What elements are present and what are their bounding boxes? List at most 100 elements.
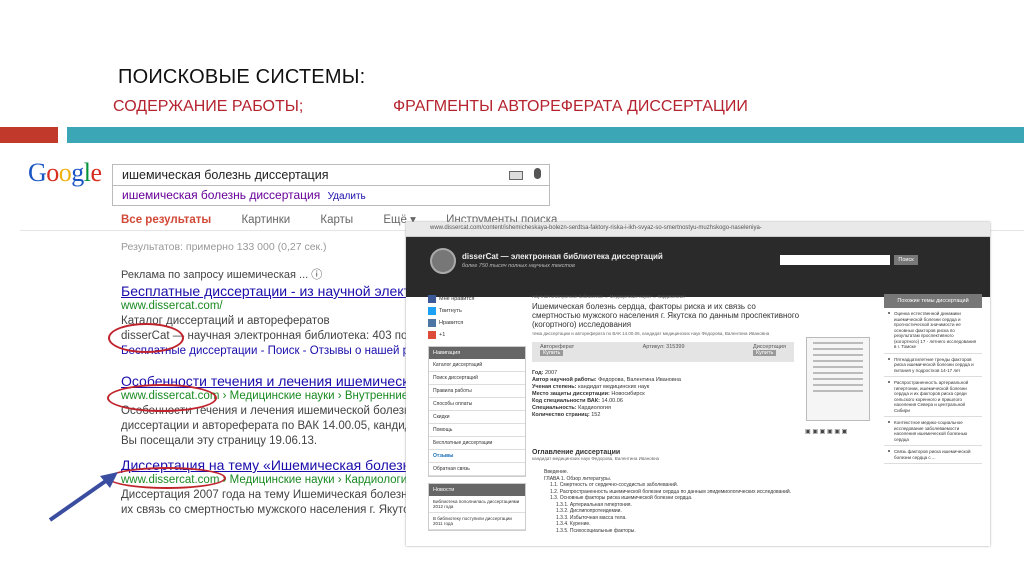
highlight-oval <box>108 467 226 489</box>
result-url[interactable]: www.dissercat.com/ <box>121 299 407 314</box>
main-column: Научная электронная библиотека → Медицин… <box>532 294 874 534</box>
news-item[interactable]: В библиотеку поступили диссертации 2011 … <box>429 513 525 530</box>
related-item[interactable]: Оценка естественной динамики ишемической… <box>884 308 982 354</box>
info-key: Специальность: <box>532 405 577 411</box>
related-item[interactable]: Контекстное медико-социальное исследован… <box>884 417 982 446</box>
news-box: Новости Библиотека пополнилась диссертац… <box>428 483 526 531</box>
nav-item-catalog[interactable]: Каталог диссертаций <box>429 359 525 372</box>
site-search-button[interactable]: Поиск <box>894 255 918 265</box>
breadcrumb[interactable]: Научная электронная библиотека → Медицин… <box>532 294 874 299</box>
nav-item-payment[interactable]: Способы оплаты <box>429 398 525 411</box>
address-bar[interactable]: www.dissercat.com/content/ishemicheskaya… <box>406 222 990 237</box>
news-header: Новости <box>429 484 525 496</box>
related-item[interactable]: Пятнадцатилетние тренды факторов риска и… <box>884 354 982 377</box>
social-row[interactable]: Твитнуть <box>428 306 526 316</box>
gplus-icon[interactable] <box>428 331 436 339</box>
search-suggestion[interactable]: ишемическая болезнь диссертация Удалить <box>112 186 550 206</box>
like-icon[interactable] <box>428 295 436 303</box>
nav-item-feedback[interactable]: Обратная связь <box>429 463 525 476</box>
tab-all[interactable]: Все результаты <box>121 214 211 226</box>
result-line: Диссертация 2007 года на тему Ишемическа… <box>121 489 407 501</box>
info-key: Ученая степень: <box>532 384 577 390</box>
highlight-oval <box>108 323 184 353</box>
toc-item: 1.3.5. Психосоциальные факторы. <box>556 527 636 534</box>
nav-item-search[interactable]: Поиск диссертаций <box>429 372 525 385</box>
tab-maps[interactable]: Карты <box>320 214 353 226</box>
info-value: кандидат медицинских наук <box>578 384 650 390</box>
nav-item-discounts[interactable]: Скидки <box>429 411 525 424</box>
buy-abstract-button[interactable]: Купить <box>540 350 564 356</box>
nav-item-help[interactable]: Помощь <box>429 424 525 437</box>
purchase-bar: Автореферат Купить Артикул: 315399 Диссер… <box>532 342 794 362</box>
suggestion-text: ишемическая болезнь диссертация <box>122 188 321 202</box>
search-query: ишемическая болезнь диссертация <box>122 168 329 182</box>
nav-header: Навигация <box>429 347 525 359</box>
tweet-label: Твитнуть <box>439 308 462 314</box>
tab-images[interactable]: Картинки <box>241 214 290 226</box>
article-number: Артикул: 315399 <box>642 344 685 350</box>
ad-label: Реклама по запросу ишемическая ... ⓘ <box>121 269 323 281</box>
doc-meta: тема диссертации и автореферата по ВАК 1… <box>532 331 770 336</box>
info-key: Количество cтраниц: <box>532 412 590 418</box>
site-search-input[interactable] <box>780 255 890 265</box>
info-key: Код специальности ВАК: <box>532 398 600 404</box>
info-value: Новосибирск <box>611 391 645 397</box>
info-value: Кардиология <box>578 405 611 411</box>
info-key: Автор научной работы: <box>532 377 597 383</box>
vk-icon[interactable] <box>428 319 436 327</box>
twitter-icon[interactable] <box>428 307 436 315</box>
info-value: 152 <box>591 412 601 418</box>
toc-list: Введение. ГЛАВА 1. Обзор литературы. 1.1… <box>532 469 874 534</box>
social-row[interactable]: +1 <box>428 330 526 340</box>
related-column: Похожие темы диссертаций Оценка естестве… <box>884 294 982 464</box>
buy-diss-button[interactable]: Купить <box>752 350 777 356</box>
toc-subtitle: кандидат медицинских наук Федорова, Вале… <box>532 456 660 461</box>
doc-title: Ишемическая болезнь сердца, факторы риск… <box>532 302 800 329</box>
results-stats: Результатов: примерно 133 000 (0,27 сек.… <box>121 241 327 253</box>
related-header: Похожие темы диссертаций <box>884 294 982 308</box>
slide-title: ПОИСКОВЫЕ СИСТЕМЫ: <box>118 66 366 88</box>
left-column: Мне нравится Твитнуть Нравится +1 Навига… <box>428 294 526 531</box>
nav-item-free[interactable]: Бесплатные диссертации <box>429 437 525 450</box>
related-item[interactable]: Связь факторов риска ишемической болезни… <box>884 446 982 464</box>
site-subtitle: более 750 тысяч полных научных текстов <box>462 263 575 269</box>
vk-label: Нравится <box>439 320 464 326</box>
google-logo: Google <box>28 158 102 187</box>
result-line: их связь со смертностью мужского населен… <box>121 504 407 516</box>
dissercat-screenshot: www.dissercat.com/content/ishemicheskaya… <box>406 222 990 546</box>
info-value: 2007 <box>545 370 558 376</box>
related-item[interactable]: Распространенность артериальной гипертон… <box>884 377 982 417</box>
info-key: Год: <box>532 370 544 376</box>
microphone-icon[interactable] <box>534 168 541 179</box>
highlight-oval <box>107 384 217 412</box>
nav-item-rules[interactable]: Правила работы <box>429 385 525 398</box>
search-input[interactable]: ишемическая болезнь диссертация <box>112 164 550 186</box>
toc-title: Оглавление диссертации <box>532 449 621 456</box>
share-icons[interactable]: ▣ ▣ ▣ ▣ ▣ ▣ <box>805 428 847 435</box>
doc-thumbnail[interactable] <box>806 337 870 421</box>
social-row[interactable]: Нравится <box>428 318 526 328</box>
info-key: Место защиты диссертации: <box>532 391 610 397</box>
arrow-icon <box>48 472 118 522</box>
social-row[interactable]: Мне нравится <box>428 294 526 304</box>
result-title[interactable]: Бесплатные диссертации - из научной элек… <box>121 284 407 299</box>
result-line: Вы посещали эту страницу 19.06.13. <box>121 435 318 447</box>
accent-bar-red <box>0 127 58 143</box>
accent-bar-teal <box>67 127 1024 143</box>
info-value: Федорова, Валентина Ивановна <box>598 377 681 383</box>
nav-box: Навигация Каталог диссертаций Поиск дисс… <box>428 346 526 477</box>
slide-subtitle-left: СОДЕРЖАНИЕ РАБОТЫ; <box>113 98 304 115</box>
site-name: disserCat — электронная библиотека диссе… <box>462 252 663 261</box>
suggestion-remove-link[interactable]: Удалить <box>328 191 366 202</box>
dissercat-logo <box>430 248 456 274</box>
nav-item-reviews[interactable]: Отзывы <box>429 450 525 463</box>
result-line: диссертации и автореферата по ВАК 14.00.… <box>121 420 407 432</box>
info-value: 14.00.06 <box>601 398 623 404</box>
like-label: Мне нравится <box>439 296 475 302</box>
keyboard-icon[interactable] <box>509 171 523 180</box>
slide-subtitle-right: ФРАГМЕНТЫ АВТОРЕФЕРАТА ДИССЕРТАЦИИ <box>393 98 748 115</box>
plus-one-label: +1 <box>439 332 446 338</box>
address-url: www.dissercat.com/content/ishemicheskaya… <box>430 225 762 231</box>
site-header: disserCat — электронная библиотека диссе… <box>406 237 990 297</box>
news-item[interactable]: Библиотека пополнилась диссертациями 201… <box>429 496 525 513</box>
